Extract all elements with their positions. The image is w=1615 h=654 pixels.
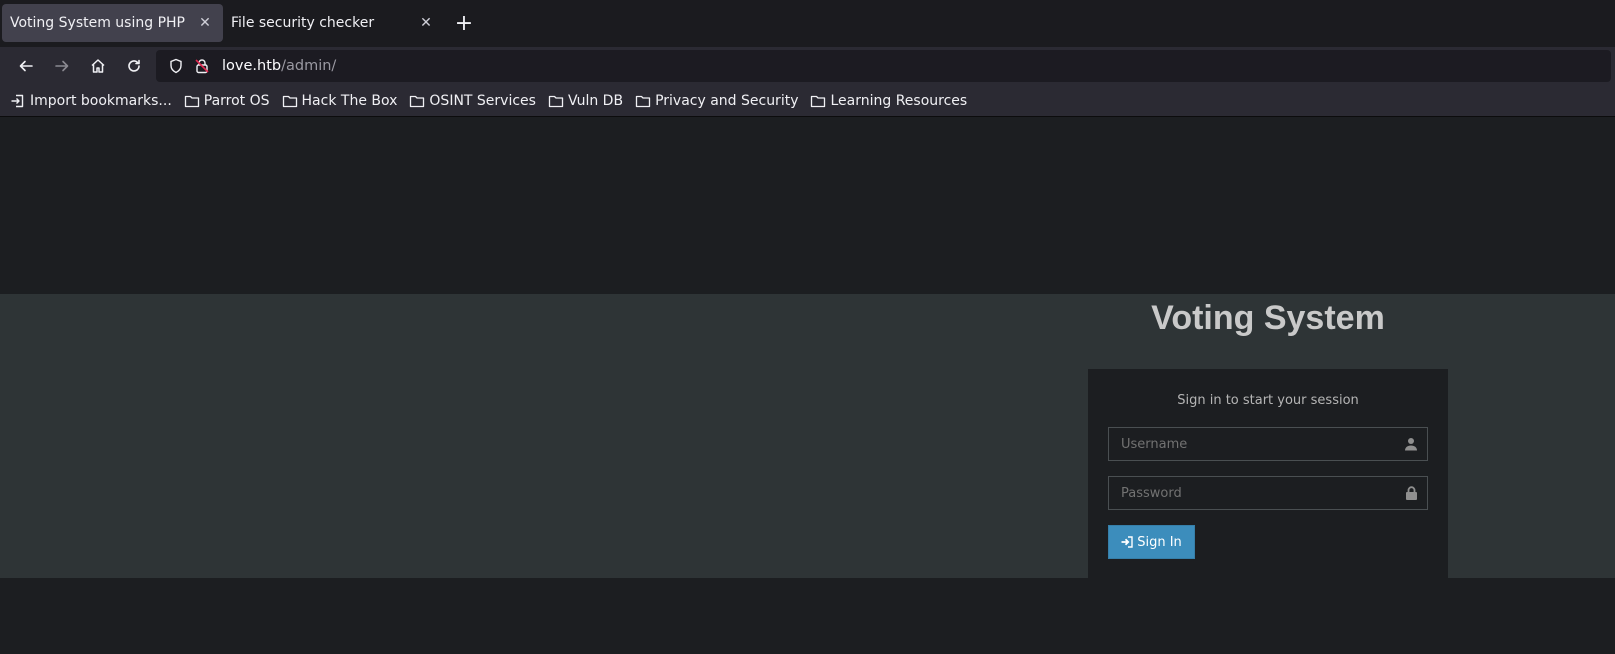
home-button[interactable] [82, 50, 114, 82]
tab-voting-system[interactable]: Voting System using PHP ✕ [2, 4, 223, 42]
bookmark-folder-learning-resources[interactable]: Learning Resources [810, 93, 967, 109]
folder-icon [410, 95, 425, 107]
bookmark-folder-hack-the-box[interactable]: Hack The Box [282, 92, 398, 109]
bookmark-label: Privacy and Security [655, 92, 799, 109]
bookmark-label: Learning Resources [830, 92, 968, 109]
password-field-group [1108, 476, 1428, 510]
tab-file-security-checker[interactable]: File security checker ✕ [223, 4, 444, 42]
bookmark-folder-osint-services[interactable]: OSINT Services [409, 93, 536, 109]
user-icon [1403, 436, 1419, 452]
arrow-left-icon [19, 60, 33, 72]
reload-icon [128, 59, 140, 72]
new-tab-button[interactable]: + [448, 4, 480, 42]
bookmarks-toolbar: Import bookmarks... Parrot OS Hack The B… [0, 85, 1615, 117]
bookmark-label: Parrot OS [203, 92, 270, 109]
login-box-message: Sign in to start your session [1177, 393, 1359, 408]
folder-icon [548, 95, 564, 107]
login-box: Sign in to start your session Sign In [1088, 369, 1448, 578]
folder-icon [184, 95, 199, 107]
insecure-lock-icon[interactable] [190, 54, 214, 78]
back-button[interactable] [10, 50, 42, 82]
arrow-right-icon [55, 60, 69, 72]
close-icon[interactable]: ✕ [195, 13, 215, 33]
home-icon [91, 59, 105, 73]
bookmark-import[interactable]: Import bookmarks... [10, 93, 172, 109]
tab-title: Voting System using PHP [10, 15, 185, 31]
reload-button[interactable] [118, 50, 150, 82]
forward-button[interactable] [46, 50, 78, 82]
bookmark-folder-privacy-security[interactable]: Privacy and Security [635, 93, 798, 109]
password-input[interactable] [1109, 477, 1427, 509]
bookmark-label: OSINT Services [429, 92, 536, 109]
tab-title: File security checker [231, 15, 375, 31]
folder-icon [811, 95, 826, 107]
bookmark-folder-vuln-db[interactable]: Vuln DB [548, 93, 623, 109]
sign-in-icon [1121, 536, 1133, 548]
url-text[interactable]: love.htb/admin/ [222, 58, 336, 74]
url-bar[interactable]: love.htb/admin/ [156, 50, 1611, 82]
username-input[interactable] [1109, 428, 1427, 460]
page-title: Voting System [1151, 299, 1385, 337]
folder-icon [282, 95, 297, 107]
bookmark-label: Hack The Box [301, 92, 398, 109]
sign-in-button[interactable]: Sign In [1108, 525, 1195, 559]
nav-bar: love.htb/admin/ [0, 47, 1615, 85]
page-content: Voting System Sign in to start your sess… [0, 117, 1615, 654]
lock-icon [1403, 485, 1419, 501]
import-icon [11, 94, 24, 107]
bookmark-folder-parrot-os[interactable]: Parrot OS [184, 93, 270, 109]
bookmark-label: Import bookmarks... [30, 92, 172, 109]
browser-window: Voting System using PHP ✕ File security … [0, 0, 1615, 654]
sign-in-label: Sign In [1137, 534, 1182, 550]
url-host: love.htb [222, 58, 282, 74]
url-path: /admin/ [281, 58, 337, 74]
bookmark-label: Vuln DB [567, 92, 624, 109]
close-icon[interactable]: ✕ [416, 13, 436, 33]
folder-icon [635, 95, 651, 107]
shield-icon[interactable] [164, 54, 188, 78]
tab-strip: Voting System using PHP ✕ File security … [0, 0, 1615, 47]
username-field-group [1108, 427, 1428, 461]
